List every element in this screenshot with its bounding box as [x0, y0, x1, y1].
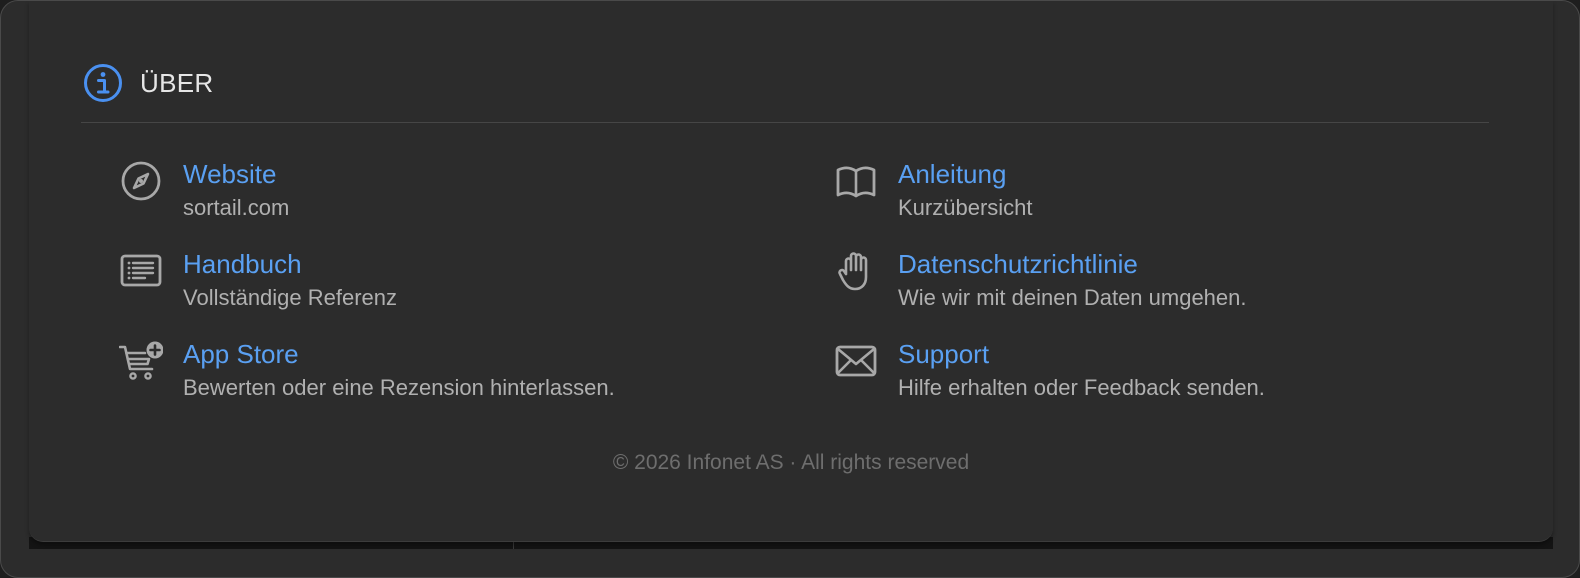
info-icon — [83, 63, 123, 103]
link-manual-label[interactable]: Handbuch — [183, 249, 302, 280]
link-support[interactable]: Support Hilfe erhalten oder Feedback sen… — [834, 339, 1434, 409]
link-appstore-description: Bewerten oder eine Rezension hinterlasse… — [183, 375, 615, 400]
header-divider — [81, 122, 1489, 123]
link-privacy-description: Wie wir mit deinen Daten umgehen. — [898, 285, 1247, 310]
link-website-label[interactable]: Website — [183, 159, 276, 190]
link-support-label[interactable]: Support — [898, 339, 989, 370]
link-guide-description: Kurzübersicht — [898, 195, 1033, 220]
link-privacy-label[interactable]: Datenschutzrichtlinie — [898, 249, 1138, 280]
cart-plus-icon — [119, 339, 163, 383]
link-website[interactable]: Website sortail.com — [119, 159, 719, 229]
link-guide[interactable]: Anleitung Kurzübersicht — [834, 159, 1434, 229]
link-privacy[interactable]: Datenschutzrichtlinie Wie wir mit deinen… — [834, 249, 1434, 319]
link-appstore[interactable]: App Store Bewerten oder eine Rezension h… — [119, 339, 719, 409]
link-guide-label[interactable]: Anleitung — [898, 159, 1006, 190]
link-website-description: sortail.com — [183, 195, 290, 220]
link-manual-description: Vollständige Referenz — [183, 285, 398, 310]
link-manual[interactable]: Handbuch Vollständige Referenz — [119, 249, 719, 319]
copyright-footer: © 2026 Infonet AS · All rights reserved — [612, 451, 970, 474]
compass-icon — [119, 159, 163, 203]
hand-raised-icon — [834, 249, 878, 293]
document-list-icon — [119, 249, 163, 293]
about-window: ÜBER Website sortail.com Anleitung Kurzü… — [0, 0, 1580, 578]
link-appstore-label[interactable]: App Store — [183, 339, 299, 370]
book-icon — [834, 159, 878, 203]
envelope-icon — [834, 339, 878, 383]
link-support-description: Hilfe erhalten oder Feedback senden. — [898, 375, 1265, 400]
section-title: ÜBER — [140, 67, 214, 98]
section-header: ÜBER — [83, 63, 213, 103]
